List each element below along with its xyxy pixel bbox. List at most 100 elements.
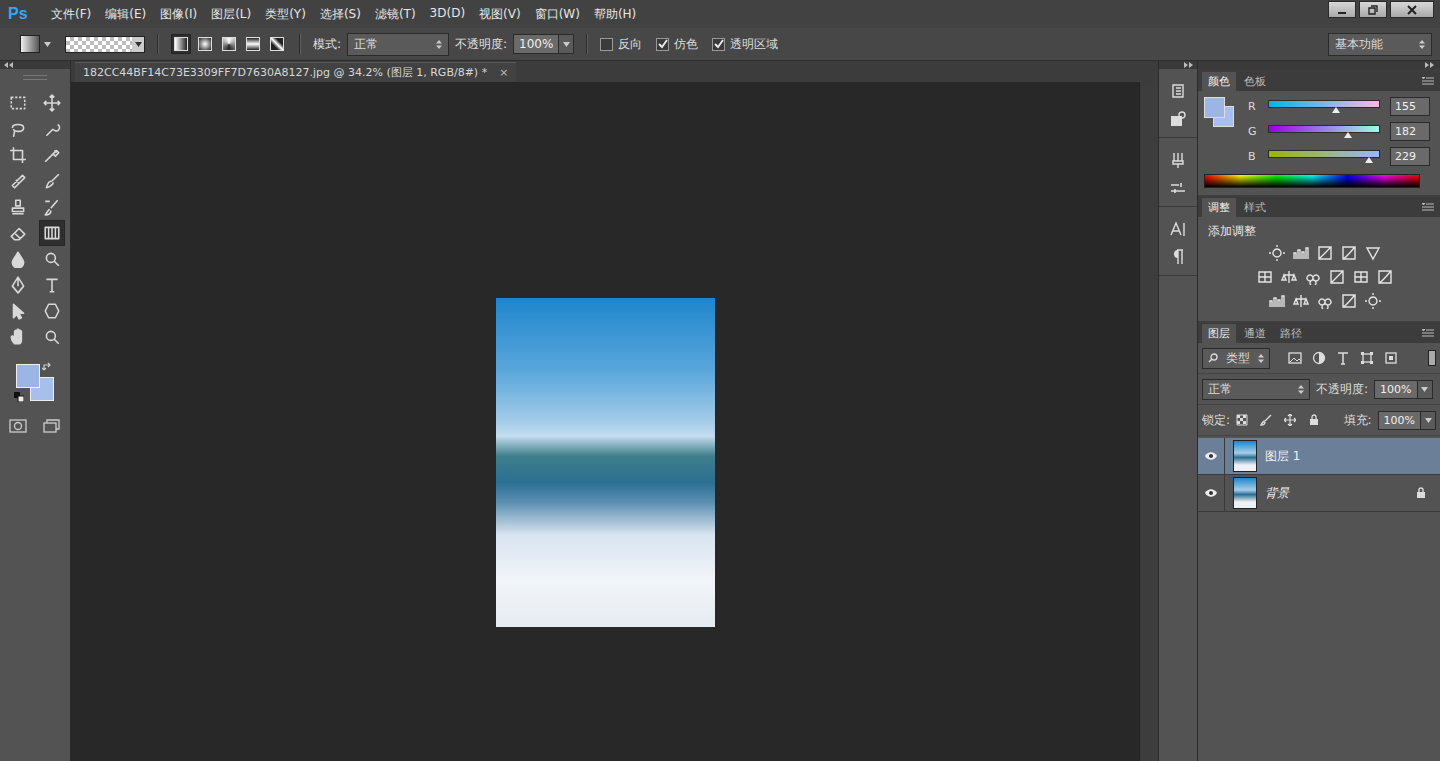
tool-button[interactable] xyxy=(39,168,65,194)
checkbox-box[interactable] xyxy=(712,38,725,51)
panel-menu-button[interactable] xyxy=(1422,329,1440,337)
tool-preset-picker[interactable] xyxy=(20,35,51,53)
tool-button[interactable] xyxy=(5,168,31,194)
adjustment-button[interactable] xyxy=(1292,244,1310,262)
panel-menu-button[interactable] xyxy=(1422,77,1440,85)
opacity-dropdown[interactable] xyxy=(558,35,573,53)
mode-dropdown[interactable]: 正常 xyxy=(347,33,449,56)
slider-thumb[interactable] xyxy=(1332,107,1340,113)
slider-thumb[interactable] xyxy=(1344,132,1352,138)
tool-button[interactable] xyxy=(5,194,31,220)
panel-tab[interactable]: 色板 xyxy=(1238,72,1272,91)
gradient-type-button[interactable] xyxy=(171,34,191,54)
brush-presets-button[interactable] xyxy=(1165,176,1191,200)
adjustment-filter-icon[interactable] xyxy=(1312,351,1326,365)
menu-item[interactable]: 选择(S) xyxy=(315,6,366,23)
swap-colors-icon[interactable] xyxy=(42,362,52,372)
lock-all-icon[interactable] xyxy=(1308,414,1320,426)
foreground-color-chip[interactable] xyxy=(1204,97,1225,118)
tool-button[interactable] xyxy=(39,324,65,350)
panel-tab[interactable]: 调整 xyxy=(1202,198,1236,217)
foreground-color-swatch[interactable] xyxy=(16,364,40,388)
gradient-picker[interactable] xyxy=(65,36,145,53)
adjustment-button[interactable] xyxy=(1304,268,1322,286)
tool-button[interactable] xyxy=(5,142,31,168)
menu-item[interactable]: 编辑(E) xyxy=(100,6,151,23)
adjustment-button[interactable] xyxy=(1340,244,1358,262)
adjustment-button[interactable] xyxy=(1268,292,1286,310)
tool-button[interactable] xyxy=(39,246,65,272)
channel-value-field[interactable]: 182 xyxy=(1390,122,1430,141)
color-spectrum[interactable] xyxy=(1204,174,1420,188)
channel-value-field[interactable]: 155 xyxy=(1390,97,1430,116)
screen-mode-icon[interactable] xyxy=(43,418,61,434)
close-window-button[interactable] xyxy=(1390,1,1434,18)
gradient-type-button[interactable] xyxy=(219,34,239,54)
adjustment-button[interactable] xyxy=(1352,268,1370,286)
canvas[interactable] xyxy=(71,82,1139,761)
menu-item[interactable]: 滤镜(T) xyxy=(370,6,421,23)
tool-button[interactable] xyxy=(5,272,31,298)
gradient-type-button[interactable] xyxy=(243,34,263,54)
default-colors-icon[interactable] xyxy=(14,392,24,402)
history-panel-button[interactable] xyxy=(1165,79,1191,103)
brush-panel-button[interactable] xyxy=(1165,148,1191,172)
tool-button[interactable] xyxy=(5,220,31,246)
menu-item[interactable]: 视图(V) xyxy=(474,6,526,23)
tool-button[interactable] xyxy=(5,298,31,324)
menu-item[interactable]: 3D(D) xyxy=(425,6,470,23)
ps-logo[interactable]: Ps xyxy=(0,5,46,23)
minimize-button[interactable] xyxy=(1328,1,1356,18)
character-panel-button[interactable] xyxy=(1165,217,1191,241)
tool-button[interactable] xyxy=(39,90,65,116)
menu-item[interactable]: 帮助(H) xyxy=(589,6,641,23)
tool-button[interactable] xyxy=(39,220,65,246)
panel-grip[interactable] xyxy=(23,75,47,80)
shape-filter-icon[interactable] xyxy=(1360,351,1374,365)
tool-button[interactable] xyxy=(39,142,65,168)
adjustment-button[interactable] xyxy=(1364,292,1382,310)
adjustment-button[interactable] xyxy=(1340,292,1358,310)
panel-tab[interactable]: 图层 xyxy=(1202,324,1236,343)
menu-item[interactable]: 图层(L) xyxy=(206,6,256,23)
adjustment-button[interactable] xyxy=(1316,292,1334,310)
expand-icon[interactable] xyxy=(1183,62,1193,68)
gradient-type-button[interactable] xyxy=(267,34,287,54)
channel-slider[interactable] xyxy=(1268,125,1380,139)
tool-button[interactable] xyxy=(39,116,65,142)
fill-field[interactable]: 100% xyxy=(1378,411,1436,430)
type-filter-icon[interactable] xyxy=(1336,351,1350,365)
lock-transparent-icon[interactable] xyxy=(1236,414,1248,426)
document-close-button[interactable]: × xyxy=(499,66,508,79)
adjustment-button[interactable] xyxy=(1280,268,1298,286)
layer-row[interactable]: 背景 xyxy=(1198,475,1440,512)
checkbox-box[interactable] xyxy=(600,38,613,51)
panel-menu-button[interactable] xyxy=(1422,203,1440,211)
adjustment-button[interactable] xyxy=(1316,244,1334,262)
tool-button[interactable] xyxy=(5,324,31,350)
layer-opacity-field[interactable]: 100% xyxy=(1374,380,1432,399)
paragraph-panel-button[interactable] xyxy=(1165,245,1191,269)
adjustment-button[interactable] xyxy=(1256,268,1274,286)
collapse-icon[interactable] xyxy=(1424,62,1434,68)
adjustment-button[interactable] xyxy=(1268,244,1286,262)
option-checkbox[interactable]: 透明区域 xyxy=(712,36,778,53)
channel-slider[interactable] xyxy=(1268,150,1380,164)
smart-object-filter-icon[interactable] xyxy=(1384,351,1398,365)
gradient-type-button[interactable] xyxy=(195,34,215,54)
pixel-filter-icon[interactable] xyxy=(1288,351,1302,365)
quick-mask-icon[interactable] xyxy=(9,418,27,434)
adjustment-button[interactable] xyxy=(1328,268,1346,286)
menu-item[interactable]: 类型(Y) xyxy=(260,6,311,23)
menu-item[interactable]: 窗口(W) xyxy=(530,6,585,23)
menu-item[interactable]: 图像(I) xyxy=(155,6,202,23)
lock-pixels-icon[interactable] xyxy=(1260,414,1272,426)
document-tab[interactable]: 182CC44BF14C73E3309FF7D7630A8127.jpg @ 3… xyxy=(75,62,516,82)
tool-button[interactable] xyxy=(5,90,31,116)
properties-panel-button[interactable] xyxy=(1165,107,1191,131)
layer-row[interactable]: 图层 1 xyxy=(1198,438,1440,475)
channel-slider[interactable] xyxy=(1268,100,1380,114)
adjustment-button[interactable] xyxy=(1376,268,1394,286)
option-checkbox[interactable]: 反向 xyxy=(600,36,642,53)
filter-toggle[interactable] xyxy=(1428,350,1436,366)
